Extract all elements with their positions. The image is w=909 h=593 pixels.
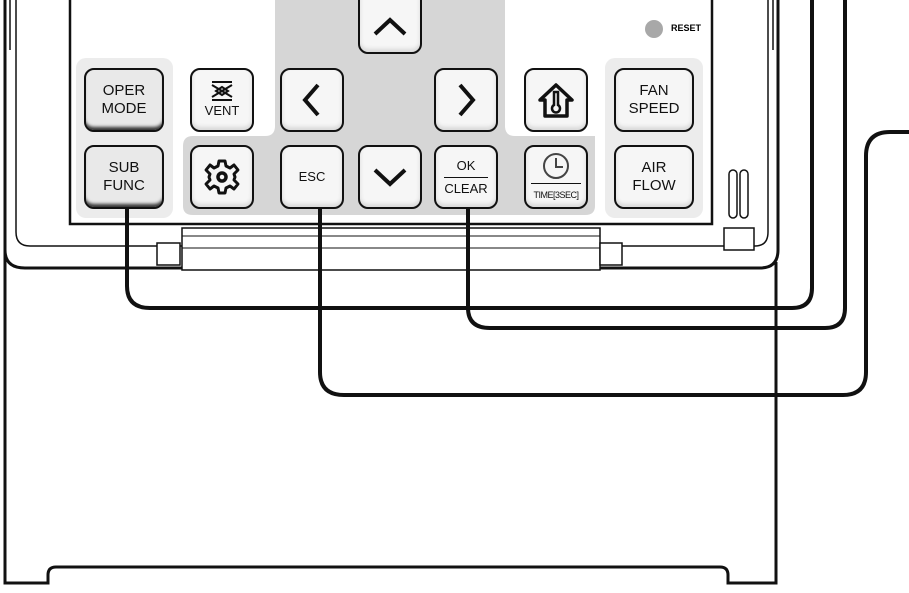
up-button[interactable] (358, 0, 422, 54)
chevron-up-icon (373, 17, 407, 36)
chevron-right-icon (458, 83, 476, 117)
chevron-down-icon (373, 168, 407, 187)
air-flow-button[interactable]: AIR FLOW (614, 145, 694, 209)
air-label: AIR (641, 159, 667, 176)
gear-icon (204, 159, 240, 195)
room-temp-button[interactable] (524, 68, 588, 132)
mode-label: MODE (101, 100, 147, 117)
vent-label: VENT (204, 103, 240, 118)
reset-label: RESET (671, 23, 702, 33)
esc-button[interactable]: ESC (280, 145, 344, 209)
fan-label: FAN (639, 82, 669, 99)
down-button[interactable] (358, 145, 422, 209)
func-label: FUNC (103, 177, 145, 194)
ok-clear-button[interactable]: OK CLEAR (434, 145, 498, 209)
oper-mode-button[interactable]: OPER MODE (84, 68, 164, 132)
sub-label: SUB (108, 159, 140, 176)
vent-icon (211, 81, 233, 101)
clock-icon (543, 152, 569, 179)
ok-label: OK (456, 157, 476, 173)
time-label: TIME[3SEC] (533, 189, 579, 200)
divider (444, 176, 488, 178)
fan-speed-button[interactable]: FAN SPEED (614, 68, 694, 132)
vent-button[interactable]: VENT (190, 68, 254, 132)
sub-func-button[interactable]: SUB FUNC (84, 145, 164, 209)
chevron-left-icon (302, 83, 320, 117)
settings-button[interactable] (190, 145, 254, 209)
divider (531, 182, 581, 184)
house-thermometer-icon (538, 83, 574, 118)
timer-button[interactable]: TIME[3SEC] (524, 145, 588, 209)
speed-label: SPEED (628, 100, 680, 117)
reset-button[interactable] (645, 20, 663, 38)
right-button[interactable] (434, 68, 498, 132)
flow-label: FLOW (632, 177, 676, 194)
esc-label: ESC (298, 169, 326, 184)
oper-label: OPER (102, 82, 146, 99)
clear-label: CLEAR (444, 180, 488, 196)
left-button[interactable] (280, 68, 344, 132)
